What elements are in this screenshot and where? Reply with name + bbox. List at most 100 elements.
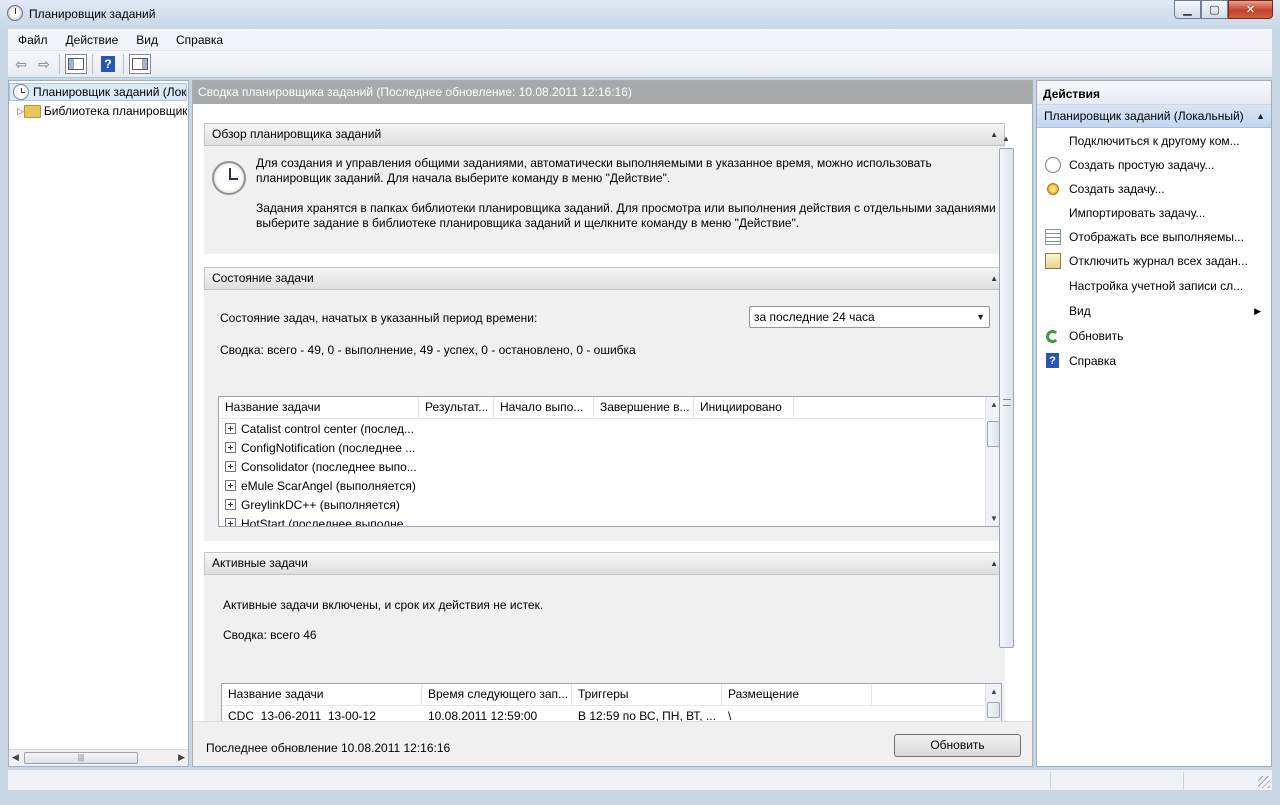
resize-grip-icon[interactable] xyxy=(1258,776,1270,788)
scroll-up-icon[interactable]: ▲ xyxy=(990,400,998,409)
expand-plus-icon[interactable] xyxy=(225,499,236,510)
toolbar-separator xyxy=(59,54,60,74)
status-bar-divider xyxy=(1050,772,1051,789)
summary-vertical-scrollbar[interactable]: ▲ ▼ xyxy=(999,134,1014,721)
minimize-button[interactable]: ▁ xyxy=(1174,0,1201,19)
action-disable-task-history[interactable]: Отключить журнал всех задан... xyxy=(1037,249,1271,273)
log-icon xyxy=(1045,253,1061,269)
scroll-up-icon[interactable]: ▲ xyxy=(1002,134,1010,143)
section-title: Состояние задачи xyxy=(212,271,314,285)
active-tasks-table: Название задачи Время следующего зап... … xyxy=(221,683,1002,721)
column-header[interactable]: Завершение в... xyxy=(594,397,694,418)
column-header[interactable]: Время следующего зап... xyxy=(422,684,572,705)
task-status-section-header[interactable]: Состояние задачи ▲ xyxy=(204,267,1005,290)
show-hide-action-pane-icon[interactable] xyxy=(129,54,151,74)
table-row[interactable]: CDC_13-06-2011_13-00-12 10.08.2011 12:59… xyxy=(222,706,1001,722)
column-header[interactable]: Размещение xyxy=(722,684,872,705)
action-create-task[interactable]: Создать задачу... xyxy=(1037,177,1271,201)
table-row[interactable]: Consolidator (последнее выпо... xyxy=(219,457,1001,476)
action-import-task[interactable]: Импортировать задачу... xyxy=(1037,201,1271,225)
menu-bar: Файл Действие Вид Справка xyxy=(8,29,1272,51)
table-row[interactable]: GreylinkDC++ (выполняется) xyxy=(219,495,1001,514)
toolbar: ⇦ ⇨ ? xyxy=(8,51,1272,78)
toolbar-separator xyxy=(92,54,93,74)
scroll-left-icon[interactable]: ◀ xyxy=(12,752,19,763)
column-header[interactable]: Начало выпо... xyxy=(494,397,594,418)
action-help[interactable]: ? Справка xyxy=(1037,349,1271,373)
tree-item-task-library[interactable]: ▷ Библиотека планировщика заданий xyxy=(9,102,187,120)
expand-plus-icon[interactable] xyxy=(225,423,236,434)
column-header[interactable]: Результат... xyxy=(419,397,494,418)
scrollbar-thumb[interactable] xyxy=(999,148,1014,648)
summary-body: Обзор планировщика заданий ▲ Для создани… xyxy=(193,104,1032,721)
back-arrow-icon[interactable]: ⇦ xyxy=(11,54,31,74)
action-view-submenu[interactable]: Вид ▶ xyxy=(1037,299,1271,323)
active-tasks-section-header[interactable]: Активные задачи ▲ xyxy=(204,552,1005,575)
action-refresh[interactable]: Обновить xyxy=(1037,324,1271,348)
task-name-cell: Consolidator (последнее выпо... xyxy=(241,459,417,474)
expand-arrow-icon[interactable]: ▷ xyxy=(17,106,24,117)
menu-view[interactable]: Вид xyxy=(126,33,166,47)
table-row[interactable]: eMule ScarAngel (выполняется) xyxy=(219,476,1001,495)
scroll-up-icon[interactable]: ▲ xyxy=(990,687,998,696)
table-row[interactable]: HotStart (последнее выполне... xyxy=(219,514,1001,527)
actions-pane: Действия Планировщик заданий (Локальный)… xyxy=(1036,80,1272,767)
list-icon xyxy=(1045,229,1061,245)
collapse-icon[interactable]: ▲ xyxy=(990,124,998,145)
task-scheduler-clock-icon xyxy=(212,161,246,195)
window-controls: ▁ ▢ ✕ xyxy=(1174,0,1273,20)
menu-action[interactable]: Действие xyxy=(56,33,127,47)
collapse-icon[interactable]: ▲ xyxy=(1256,105,1265,128)
menu-help[interactable]: Справка xyxy=(166,33,231,47)
section-title: Активные задачи xyxy=(212,556,308,570)
expand-plus-icon[interactable] xyxy=(225,480,236,491)
menu-file[interactable]: Файл xyxy=(8,33,56,47)
action-label: Импортировать задачу... xyxy=(1069,206,1206,220)
action-at-service-account[interactable]: Настройка учетной записи сл... xyxy=(1037,274,1271,298)
maximize-button[interactable]: ▢ xyxy=(1201,0,1228,19)
refresh-button[interactable]: Обновить xyxy=(894,734,1021,757)
trigger-cell: В 12:59 по ВС, ПН, ВТ, ... xyxy=(578,708,716,722)
collapse-icon[interactable]: ▲ xyxy=(990,553,998,574)
expand-plus-icon[interactable] xyxy=(225,461,236,472)
action-connect-other-computer[interactable]: Подключиться к другому ком... xyxy=(1037,129,1271,153)
active-tasks-section: Активные задачи ▲ Активные задачи включе… xyxy=(204,552,1005,721)
actions-title: Действия xyxy=(1037,81,1271,105)
scroll-right-icon[interactable]: ▶ xyxy=(178,752,185,763)
help-toolbar-button[interactable]: ? xyxy=(98,54,118,74)
title-bar: Планировщик заданий ▁ ▢ ✕ xyxy=(0,0,1280,29)
clock-icon xyxy=(1045,157,1061,173)
scrollbar-thumb[interactable]: ||| xyxy=(24,752,138,764)
table-row[interactable]: Catalist control center (послед... xyxy=(219,419,1001,438)
task-name-cell: HotStart (последнее выполне... xyxy=(241,516,414,527)
tree-horizontal-scrollbar[interactable]: ◀ ||| ▶ xyxy=(9,749,188,766)
column-header[interactable]: Название задачи xyxy=(219,397,419,418)
expand-plus-icon[interactable] xyxy=(225,518,236,526)
action-display-running-tasks[interactable]: Отображать все выполняемы... xyxy=(1037,225,1271,249)
task-name-cell: GreylinkDC++ (выполняется) xyxy=(241,497,400,512)
collapse-icon[interactable]: ▲ xyxy=(990,268,998,289)
forward-arrow-icon[interactable]: ⇨ xyxy=(34,54,54,74)
scroll-down-icon[interactable]: ▼ xyxy=(990,514,998,523)
action-label: Отключить журнал всех задан... xyxy=(1069,254,1248,268)
active-tasks-summary: Сводка: всего 46 xyxy=(223,628,317,642)
tree-item-task-scheduler-local[interactable]: Планировщик заданий (Локальный) xyxy=(9,83,187,101)
actions-group-label: Планировщик заданий (Локальный) xyxy=(1044,109,1244,123)
show-hide-console-tree-icon[interactable] xyxy=(65,54,87,74)
close-button[interactable]: ✕ xyxy=(1228,0,1273,19)
status-bar xyxy=(8,769,1272,790)
column-header[interactable]: Триггеры xyxy=(572,684,722,705)
table-header: Название задачи Время следующего зап... … xyxy=(222,684,1001,706)
actions-group-header[interactable]: Планировщик заданий (Локальный) ▲ xyxy=(1037,105,1271,128)
expand-plus-icon[interactable] xyxy=(225,442,236,453)
table-row[interactable]: ConfigNotification (последнее ... xyxy=(219,438,1001,457)
action-label: Справка xyxy=(1069,354,1117,368)
toolbar-separator xyxy=(123,54,124,74)
task-name-cell: Catalist control center (послед... xyxy=(241,421,414,436)
column-header[interactable]: Название задачи xyxy=(222,684,422,705)
overview-section-header[interactable]: Обзор планировщика заданий ▲ xyxy=(204,123,1005,146)
column-header[interactable]: Инициировано xyxy=(694,397,794,418)
action-label: Обновить xyxy=(1069,329,1124,343)
period-select[interactable]: за последние 24 часа ▼ xyxy=(749,306,990,328)
action-create-basic-task[interactable]: Создать простую задачу... xyxy=(1037,153,1271,177)
